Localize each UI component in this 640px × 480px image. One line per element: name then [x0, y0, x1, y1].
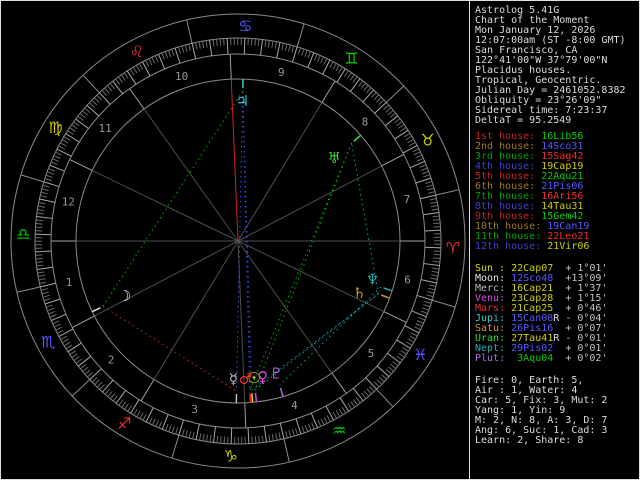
sidebar-divider — [469, 1, 470, 479]
info-sidebar: Astrolog 5.41G Chart of the Moment Mon Jan… — [475, 1, 639, 479]
zodiac-cancer-glyph: ♋ — [238, 17, 252, 36]
planet-position-list: Sun : 22Cap07 + 1°01' Moon: 12Sco48 +13°0… — [475, 264, 607, 364]
zodiac-scorpio-glyph: ♏ — [41, 333, 55, 352]
svg-text:11: 11 — [98, 122, 111, 135]
jupiter-glyph: ♃ — [236, 92, 249, 110]
astrolog-window: ♈ ♉ ♊ ♋ ♌ ♍ ♎ ♏ ♐ ♑ ♒ ♓ 1 2 3 4 5 6 7 8 9 10 11 12 ☉ ☽ ☿ ♀ ♂ ♃ ♄ ♅ ♆ ♇ As… — [0, 0, 640, 480]
house-cusp-list: 1st house: 16Lib56 2nd house: 14Sco31 3rd … — [475, 132, 589, 252]
svg-text:4: 4 — [291, 399, 298, 412]
house-row: 12th house: 21Vir06 — [475, 241, 590, 252]
svg-text:7: 7 — [404, 193, 411, 206]
zodiac-leo-glyph: ♌ — [130, 42, 144, 61]
zodiac-aries-glyph: ♈ — [446, 239, 460, 258]
mercury-glyph: ☿ — [229, 370, 238, 388]
svg-text:2: 2 — [108, 354, 115, 367]
zodiac-gemini-glyph: ♊ — [345, 49, 359, 68]
zodiac-libra-glyph: ♎ — [16, 224, 30, 243]
zodiac-pisces-glyph: ♓ — [413, 345, 427, 364]
svg-text:10: 10 — [175, 70, 188, 83]
svg-text:6: 6 — [404, 273, 411, 286]
venus-glyph: ♀ — [257, 368, 268, 386]
zodiac-capricorn-glyph: ♑ — [224, 446, 238, 465]
zodiac-aquarius-glyph: ♒ — [332, 421, 346, 440]
planet-row: Plut: 3Aqu04 + 0°02' — [475, 353, 608, 364]
svg-text:3: 3 — [191, 403, 198, 416]
saturn-glyph: ♄ — [353, 284, 366, 302]
svg-text:1: 1 — [66, 276, 73, 289]
header-line: DeltaT = 95.2549 — [475, 115, 572, 126]
svg-text:5: 5 — [368, 347, 375, 360]
element-tally: Fire: 0, Earth: 5, Air : 1, Water: 4 Car: … — [475, 376, 607, 446]
neptune-glyph: ♆ — [366, 270, 379, 288]
chart-header: Astrolog 5.41G Chart of the Moment Mon Jan… — [475, 6, 626, 126]
natal-chart-wheel: ♈♉♊♋♌♍♎♏♐♑♒♓123 456789101112☉☽☿ ♀♂♃♄♅♆♇ — [10, 13, 466, 469]
svg-text:8: 8 — [362, 115, 369, 128]
zodiac-virgo-glyph: ♍ — [48, 118, 62, 137]
uranus-glyph: ♅ — [327, 149, 340, 167]
pluto-glyph: ♇ — [270, 365, 283, 383]
moon-glyph: ☽ — [118, 287, 131, 305]
tally-line: Learn: 2, Share: 8 — [475, 435, 584, 446]
zodiac-sagittarius-glyph: ♐ — [117, 414, 131, 433]
svg-text:9: 9 — [278, 66, 285, 79]
svg-text:12: 12 — [62, 196, 75, 209]
zodiac-taurus-glyph: ♉ — [421, 130, 435, 149]
mars-glyph: ♂ — [239, 370, 252, 388]
